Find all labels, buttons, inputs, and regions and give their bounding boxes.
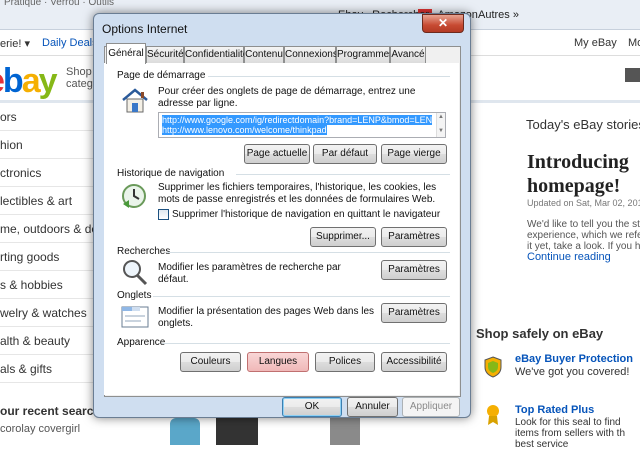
home-page-divider	[208, 76, 450, 77]
cart-icon[interactable]	[625, 68, 640, 82]
dialog-title: Options Internet	[102, 22, 188, 36]
buyer-protection-shield-icon	[484, 356, 502, 378]
delete-on-exit-checkbox[interactable]	[158, 209, 169, 220]
shop-safely-heading: Shop safely on eBay	[476, 326, 604, 341]
favorites-more[interactable]: Autres »	[478, 9, 519, 21]
my-ebay-link[interactable]: My eBay	[574, 37, 617, 49]
appearance-group-title: Apparence	[117, 337, 166, 348]
fonts-button[interactable]: Polices	[315, 352, 375, 372]
more-link[interactable]: Mo	[628, 37, 640, 49]
search-group-title: Recherches	[117, 246, 171, 257]
recent-search-query[interactable]: corolay covergirl	[0, 423, 80, 435]
story-headline[interactable]: Introducing homepage!	[527, 150, 629, 198]
buyer-protection-subtitle: We've got you covered!	[515, 366, 630, 378]
colors-button[interactable]: Couleurs	[180, 352, 241, 372]
scroll-up-icon[interactable]: ▲	[438, 114, 444, 120]
category-item[interactable]: alth & beauty	[0, 327, 95, 355]
category-item[interactable]: s & hobbies	[0, 271, 95, 299]
search-settings-button[interactable]: Paramètres	[381, 260, 447, 280]
url-scrollbar[interactable]: ▲ ▼	[436, 113, 445, 137]
category-list: ors hion ctronics lectibles & art me, ou…	[0, 103, 111, 383]
tab-privacy[interactable]: Confidentialité	[184, 46, 248, 63]
story-body: We'd like to tell you the st experience,…	[527, 219, 640, 252]
tab-content[interactable]: Contenu	[244, 46, 284, 63]
favorites-fragment[interactable]: Pratique · Verrou · Outils	[4, 0, 114, 8]
category-item[interactable]: ors	[0, 103, 95, 131]
story-updated: Updated on Sat, Mar 02, 2013	[527, 198, 640, 208]
continue-reading-link[interactable]: Continue reading	[527, 251, 611, 263]
history-description: Supprimer les fichiers temporaires, l'hi…	[158, 182, 437, 205]
tabs-divider	[153, 296, 450, 297]
tabs-description: Modifier la présentation des pages Web d…	[158, 306, 375, 329]
history-clock-icon	[122, 184, 146, 208]
tab-general[interactable]: Général	[106, 43, 146, 64]
use-current-page-button[interactable]: Page actuelle	[244, 144, 310, 164]
category-item[interactable]: rting goods	[0, 243, 95, 271]
shop-by-category[interactable]: Shop categ	[66, 66, 93, 90]
tab-advanced[interactable]: Avancé	[390, 46, 426, 63]
category-item[interactable]: welry & watches	[0, 299, 95, 327]
history-group-title: Historique de navigation	[117, 168, 225, 179]
scroll-down-icon[interactable]: ▼	[438, 128, 444, 134]
close-button[interactable]: ✕	[422, 14, 464, 33]
tabs-window-icon	[121, 306, 149, 328]
home-page-description: Pour créer des onglets de page de démarr…	[158, 86, 416, 109]
appearance-divider	[162, 343, 450, 344]
thumbnail-toy[interactable]	[170, 418, 200, 445]
use-default-button[interactable]: Par défaut	[313, 144, 377, 164]
stories-title: Today's eBay stories	[526, 117, 640, 132]
thumbnail-phone[interactable]	[216, 418, 258, 445]
history-divider	[236, 174, 450, 175]
search-description: Modifier les paramètres de recherche par…	[158, 262, 341, 285]
top-rated-text: Look for this seal to find items from se…	[515, 417, 626, 450]
delete-on-exit-label[interactable]: Supprimer l'historique de navigation en …	[172, 209, 440, 220]
search-divider	[167, 252, 450, 253]
history-settings-button[interactable]: Paramètres	[381, 227, 447, 247]
home-page-group-title: Page de démarrage	[117, 70, 206, 81]
category-item[interactable]: als & gifts	[0, 355, 95, 383]
accessibility-button[interactable]: Accessibilité	[381, 352, 447, 372]
top-rated-link[interactable]: Top Rated Plus	[515, 404, 594, 416]
cancel-button[interactable]: Annuler	[347, 397, 398, 417]
category-item[interactable]: me, outdoors & deco	[0, 215, 111, 243]
product-thumbnails	[160, 418, 495, 445]
use-blank-button[interactable]: Page vierge	[381, 144, 447, 164]
tab-programs[interactable]: Programmes	[336, 46, 394, 63]
category-item[interactable]: ctronics	[0, 159, 95, 187]
tab-connections[interactable]: Connexions	[284, 46, 338, 63]
ok-button[interactable]: OK	[282, 397, 342, 417]
tabs-group-title: Onglets	[117, 290, 152, 301]
delete-history-button[interactable]: Supprimer...	[310, 227, 376, 247]
tab-security[interactable]: Sécurité	[146, 46, 184, 63]
top-rated-seal-icon	[487, 405, 499, 425]
category-item[interactable]: hion	[0, 131, 95, 159]
search-magnifier-icon	[123, 260, 148, 286]
nav-greeting[interactable]: erie! ▾	[0, 37, 30, 50]
home-page-url-textarea[interactable]: http://www.google.com/ig/redirectdomain?…	[158, 112, 446, 138]
languages-button[interactable]: Langues	[247, 352, 309, 372]
buyer-protection-link[interactable]: eBay Buyer Protection	[515, 353, 633, 365]
category-item[interactable]: lectibles & art	[0, 187, 95, 215]
recent-searches-heading: our recent search	[0, 404, 101, 418]
thumbnail-item[interactable]	[330, 418, 360, 445]
daily-deals-link[interactable]: Daily Deals	[42, 37, 98, 49]
home-url-line-1: http://www.google.com/ig/redirectdomain?…	[162, 115, 433, 125]
ebay-logo[interactable]: ebay	[0, 62, 58, 101]
tabs-settings-button[interactable]: Paramètres	[381, 303, 447, 323]
home-icon	[122, 88, 148, 113]
home-url-line-2: http://www.lenovo.com/welcome/thinkpad	[162, 125, 327, 135]
apply-button[interactable]: Appliquer	[402, 397, 460, 417]
